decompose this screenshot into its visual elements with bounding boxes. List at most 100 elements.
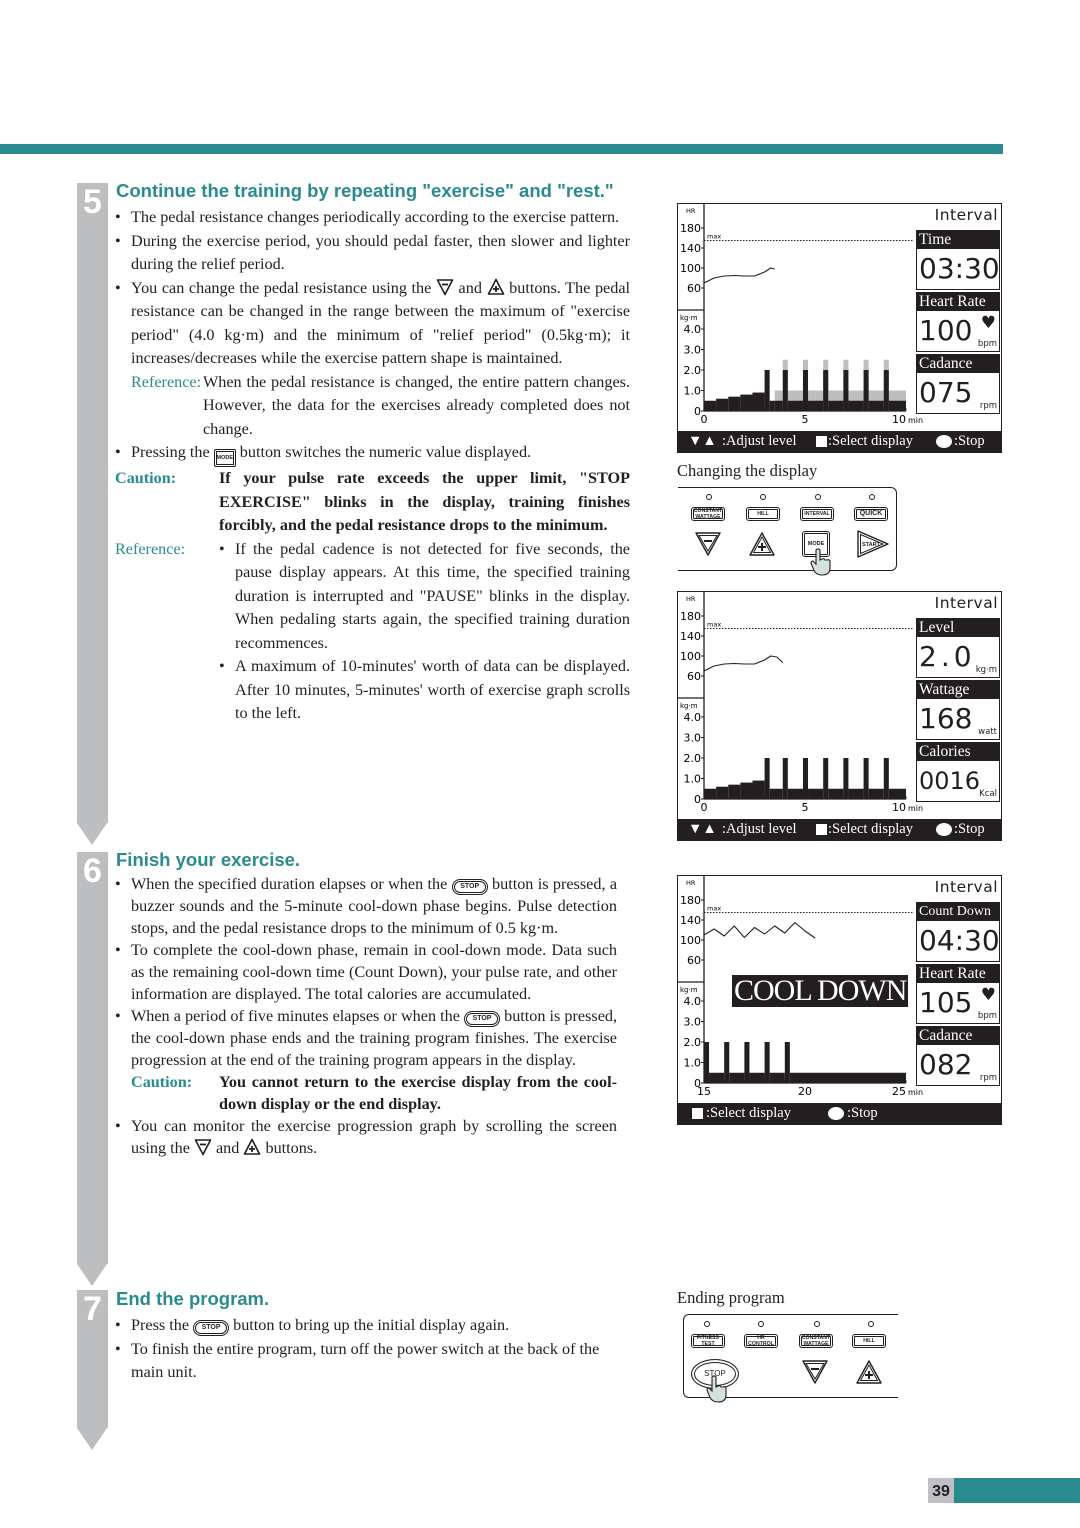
stop-button-icon: STOP [193, 1320, 230, 1336]
panel-label: Heart Rate [917, 965, 999, 983]
bullet-item: The pedal resistance changes periodicall… [115, 206, 630, 230]
caption-ending-program: Ending program [677, 1288, 785, 1307]
bullet-item: When the specified duration elapses or w… [115, 873, 617, 939]
level-bar [704, 1042, 710, 1083]
hr-tick-label: 180 [680, 894, 701, 907]
heart-rate-line [703, 655, 784, 672]
up-plus-button-icon [487, 278, 504, 295]
panel-label: Cadance [917, 1027, 999, 1045]
step-6-heading: Finish your exercise. [116, 849, 301, 870]
hill-button[interactable]: HILL [852, 1334, 886, 1348]
level-bar [716, 786, 729, 799]
step-number: 6 [83, 852, 102, 890]
control-console: CONSTANT WATTAGE HILL INTERVAL QUICK MOD… [678, 487, 897, 576]
kg-tick-label: 1.0 [684, 1057, 702, 1070]
constant-wattage-button[interactable]: CONSTANT WATTAGE [691, 507, 725, 521]
program-mode-label: Interval [934, 594, 998, 612]
fitness-test-button[interactable]: FITNESS TEST [691, 1334, 725, 1348]
control-console: FITNESS TEST HR CONTROL CONSTANT WATTAGE… [683, 1314, 898, 1403]
kg-tick-label: 3.0 [684, 344, 702, 357]
hr-axis-label: HR [686, 207, 696, 215]
caution-text: You cannot return to the exercise displa… [219, 1073, 617, 1113]
bullet-item: Pressing the MODE button switches the nu… [115, 441, 630, 467]
adjust-level-hint: :Adjust level [722, 821, 797, 837]
panel-unit: kg·m [975, 665, 997, 675]
level-bar [843, 370, 849, 411]
panel-heart-rate: Heart Rate 105 ♥ bpm [916, 964, 1000, 1024]
minus-button[interactable] [694, 531, 722, 557]
x-tick-label: 5 [802, 413, 809, 426]
led-indicator [704, 1321, 710, 1327]
caution-text: If your pulse rate exceeds the upper lim… [219, 469, 630, 534]
plus-button[interactable] [855, 1359, 883, 1385]
level-bar [802, 758, 809, 799]
panel-value: 03:30 [919, 252, 1000, 285]
stop-hint: :Stop [847, 1105, 878, 1121]
led-indicator [869, 494, 875, 500]
minus-button[interactable] [801, 1359, 829, 1385]
reference-note: Reference: If the pedal cadence is not d… [115, 538, 630, 726]
text: Pressing the [131, 443, 210, 461]
caution-label: Caution: [131, 1073, 193, 1091]
max-label: max [707, 905, 721, 913]
bullet-item: If the pedal cadence is not detected for… [219, 538, 630, 656]
kg-axis-label: kg·m [680, 314, 698, 322]
stop-button-icon: STOP [451, 879, 488, 895]
hr-tick-label: 100 [680, 262, 701, 275]
text: and [216, 1139, 240, 1157]
hr-tick-label: 100 [680, 650, 701, 663]
panel-value: 2.0 [919, 640, 976, 673]
x-tick-label: 15 [697, 1085, 711, 1098]
level-bar [843, 758, 849, 799]
stop-hint: :Stop [954, 821, 985, 837]
led-indicator [706, 494, 712, 500]
reference-label: Reference: [131, 372, 202, 391]
level-bar [716, 398, 729, 411]
header-accent-bar [0, 144, 1003, 154]
panel-value: 0016 [919, 767, 981, 795]
heart-icon: ♥ [980, 313, 996, 333]
hr-tick-label: 100 [680, 934, 701, 947]
level-bar [769, 1072, 785, 1083]
kg-tick-label: 1.0 [684, 385, 702, 398]
hill-button[interactable]: HILL [746, 507, 780, 521]
pointing-hand-icon [810, 548, 831, 576]
led-indicator [815, 494, 821, 500]
level-bar [868, 400, 884, 411]
panel-unit: Kcal [979, 789, 997, 799]
level-bar [704, 788, 717, 799]
x-tick-label: 5 [802, 801, 809, 814]
kg-tick-label: 1.0 [684, 773, 702, 786]
mode-button-icon: MODE [213, 449, 236, 467]
heart-rate-line [703, 921, 816, 939]
hr-control-button[interactable]: HR CONTROL [744, 1334, 778, 1348]
level-bar [740, 394, 753, 411]
constant-wattage-button[interactable]: CONSTANT WATTAGE [799, 1334, 833, 1348]
interval-button[interactable]: INTERVAL [800, 507, 834, 521]
caution-note: Caution: You cannot return to the exerci… [115, 1071, 617, 1115]
start-button[interactable]: START [856, 529, 890, 559]
led-indicator [814, 1321, 820, 1327]
bullet-item: To finish the entire program, turn off t… [115, 1338, 620, 1385]
step-6-body: When the specified duration elapses or w… [115, 873, 617, 1159]
triangle-down-up-icon: ▼▲ [688, 433, 717, 449]
step-5-heading: Continue the training by repeating "exer… [116, 180, 614, 201]
reference-note: Reference: When the pedal resistance is … [115, 371, 630, 442]
x-tick-label: 0 [701, 413, 708, 426]
plus-button[interactable] [748, 531, 776, 557]
quick-button[interactable]: QUICK [854, 507, 888, 521]
max-label: max [707, 233, 721, 241]
level-bar [764, 758, 770, 799]
level-bar [823, 370, 829, 411]
level-bar [704, 400, 717, 411]
level-bar [863, 370, 869, 411]
bullet-item: When a period of five minutes elapses or… [115, 1005, 617, 1071]
kg-tick-label: 4.0 [684, 323, 702, 336]
level-bar [808, 400, 824, 411]
select-display-hint: :Select display [828, 433, 913, 449]
step-number: 5 [83, 183, 102, 221]
lcd-footer: ▼▲ :Adjust level :Select display :Stop [678, 431, 1001, 452]
bullet-item: To complete the cool-down phase, remain … [115, 939, 617, 1005]
level-bar [782, 758, 788, 799]
panel-unit: rpm [979, 1073, 997, 1083]
